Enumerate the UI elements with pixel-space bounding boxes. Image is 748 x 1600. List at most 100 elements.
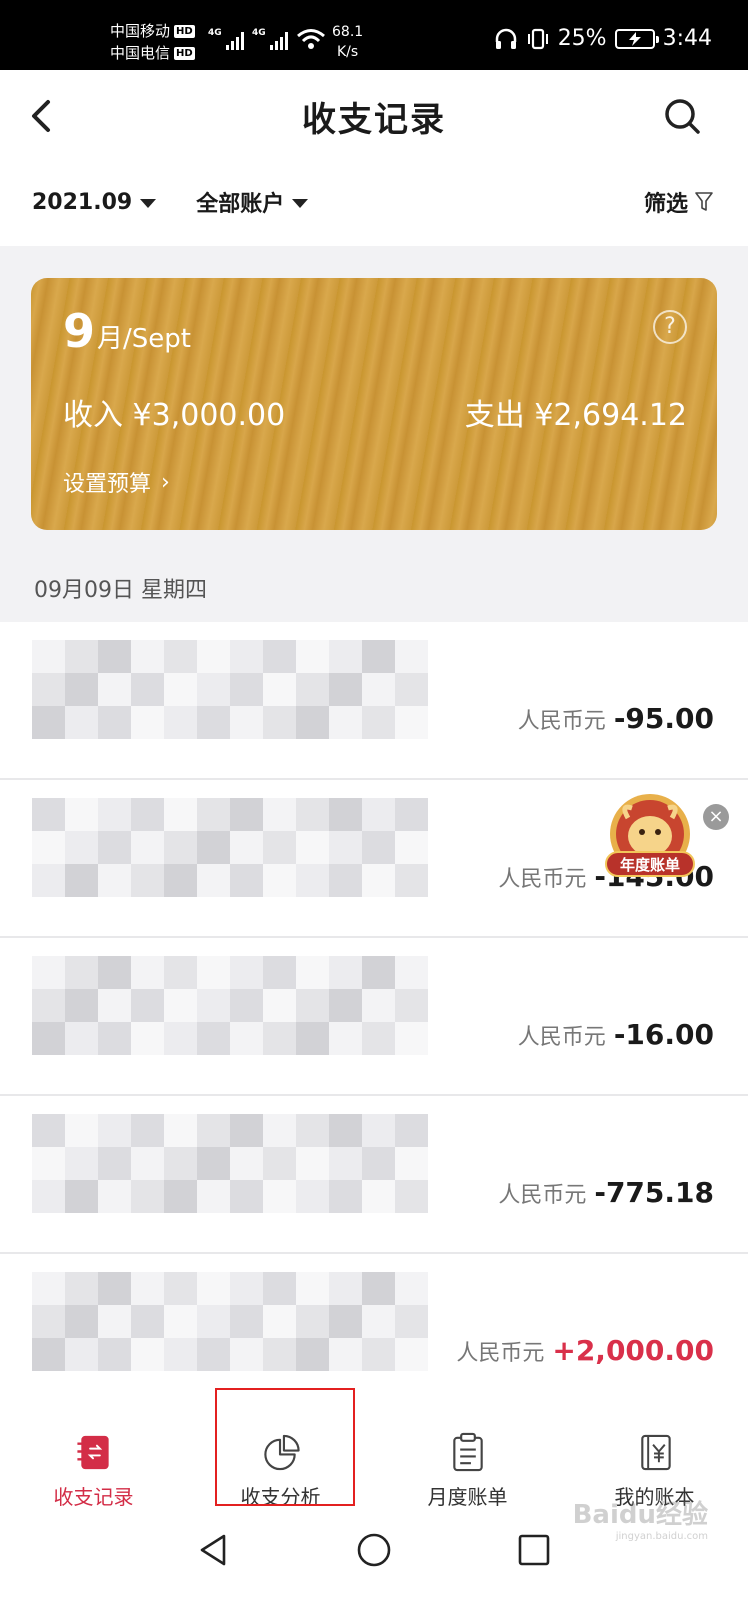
transaction-amount: -775.18 xyxy=(594,1176,714,1209)
mosaic-cell xyxy=(296,640,329,673)
account-dropdown[interactable]: 全部账户 xyxy=(196,186,309,218)
tab-income-expense-records[interactable]: 收支记录 xyxy=(0,1388,187,1510)
mosaic-cell xyxy=(131,831,164,864)
close-badge-button[interactable]: × xyxy=(703,804,729,830)
month-value: 2021.09 xyxy=(32,189,133,215)
mosaic-cell xyxy=(197,798,230,831)
mosaic-cell xyxy=(395,989,428,1022)
mosaic-cell xyxy=(296,1305,329,1338)
mosaic-cell xyxy=(131,1272,164,1305)
mosaic-cell xyxy=(197,956,230,989)
nav-back-button[interactable] xyxy=(194,1530,234,1570)
tab-label: 收支记录 xyxy=(53,1485,134,1509)
month-suffix: 月/Sept xyxy=(97,324,191,354)
mosaic-cell xyxy=(32,864,65,897)
mosaic-cell xyxy=(197,831,230,864)
tab-label: 月度账单 xyxy=(427,1485,508,1509)
wifi-icon xyxy=(297,29,325,49)
mosaic-cell xyxy=(98,1305,131,1338)
mosaic-cell xyxy=(65,706,98,739)
month-dropdown[interactable]: 2021.09 xyxy=(32,189,157,215)
mosaic-cell xyxy=(395,864,428,897)
annual-bill-badge[interactable]: 年度账单 xyxy=(598,790,698,882)
mosaic-cell xyxy=(329,673,362,706)
mosaic-cell xyxy=(395,1305,428,1338)
mosaic-cell xyxy=(131,1305,164,1338)
mosaic-cell xyxy=(131,1180,164,1213)
date-header: 09月09日 星期四 xyxy=(34,578,207,603)
mosaic-cell xyxy=(164,798,197,831)
mosaic-cell xyxy=(98,864,131,897)
mosaic-cell xyxy=(329,640,362,673)
mosaic-cell xyxy=(164,1338,197,1371)
mosaic-cell xyxy=(32,706,65,739)
mosaic-cell xyxy=(98,989,131,1022)
mosaic-cell xyxy=(197,673,230,706)
tab-my-ledger[interactable]: 我的账本 xyxy=(561,1388,748,1510)
nav-home-button[interactable] xyxy=(354,1530,394,1570)
status-bar: 中国移动 HD 中国电信 HD 4G 4G 68.1 K/s 25% 3:44 xyxy=(0,0,748,70)
transaction-row[interactable]: 人民币元 -775.18 xyxy=(0,1096,748,1254)
month-number: 9 xyxy=(63,304,96,358)
mosaic-cell xyxy=(395,1147,428,1180)
mosaic-cell xyxy=(296,1180,329,1213)
signal-icon: 4G xyxy=(252,28,288,50)
mosaic-cell xyxy=(296,1338,329,1371)
headphones-icon xyxy=(495,28,516,49)
mosaic-cell xyxy=(131,1338,164,1371)
clock: 3:44 xyxy=(662,26,712,51)
caret-down-icon xyxy=(292,198,309,208)
mosaic-cell xyxy=(329,864,362,897)
tab-monthly-bill[interactable]: 月度账单 xyxy=(374,1388,561,1510)
mosaic-cell xyxy=(296,798,329,831)
mosaic-cell xyxy=(263,956,296,989)
mosaic-cell xyxy=(362,640,395,673)
mosaic-cell xyxy=(164,1305,197,1338)
pixelated-details xyxy=(32,640,428,739)
mosaic-cell xyxy=(32,956,65,989)
search-icon xyxy=(665,99,700,134)
transaction-amount: +2,000.00 xyxy=(552,1334,714,1367)
amount-group: 人民币元 +2,000.00 xyxy=(456,1334,714,1367)
mosaic-cell xyxy=(263,831,296,864)
mosaic-cell xyxy=(32,1114,65,1147)
mosaic-cell xyxy=(131,989,164,1022)
currency-label: 人民币元 xyxy=(498,1183,587,1208)
transaction-row[interactable]: 人民币元 -95.00 xyxy=(0,622,748,780)
mosaic-cell xyxy=(65,1338,98,1371)
mosaic-cell xyxy=(32,989,65,1022)
mosaic-cell xyxy=(65,640,98,673)
mosaic-cell xyxy=(164,1272,197,1305)
bottom-tab-bar: 收支记录 收支分析 月度账单 我的账本 xyxy=(0,1388,748,1510)
mosaic-cell xyxy=(296,831,329,864)
mosaic-cell xyxy=(395,673,428,706)
mosaic-cell xyxy=(131,1022,164,1055)
pixelated-details xyxy=(32,1114,428,1213)
transaction-row[interactable]: 人民币元 -16.00 xyxy=(0,938,748,1096)
help-button[interactable]: ? xyxy=(653,310,687,344)
mosaic-cell xyxy=(296,1114,329,1147)
set-budget-link[interactable]: 设置预算 › xyxy=(63,466,170,498)
search-button[interactable] xyxy=(662,96,702,136)
filter-button[interactable]: 筛选 xyxy=(644,186,714,218)
mosaic-cell xyxy=(362,1114,395,1147)
mosaic-cell xyxy=(164,831,197,864)
mosaic-cell xyxy=(98,1022,131,1055)
mosaic-cell xyxy=(230,864,263,897)
triangle-back-icon xyxy=(200,1534,226,1566)
carrier-info: 中国移动 HD 中国电信 HD xyxy=(110,20,195,64)
mosaic-cell xyxy=(65,1114,98,1147)
mosaic-cell xyxy=(395,956,428,989)
mosaic-cell xyxy=(230,1114,263,1147)
mosaic-cell xyxy=(65,864,98,897)
mosaic-cell xyxy=(329,1305,362,1338)
mosaic-cell xyxy=(98,956,131,989)
mosaic-cell xyxy=(362,831,395,864)
mosaic-cell xyxy=(65,1272,98,1305)
income-summary: 收入 ¥3,000.00 xyxy=(63,390,285,434)
nav-recents-button[interactable] xyxy=(514,1530,554,1570)
caret-down-icon xyxy=(140,198,157,208)
mosaic-cell xyxy=(197,640,230,673)
mosaic-cell xyxy=(65,1180,98,1213)
watermark-url: jingyan.baidu.com xyxy=(615,1531,708,1542)
